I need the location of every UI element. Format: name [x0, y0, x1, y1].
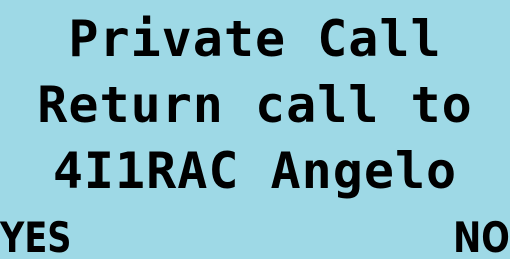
radio-display-screen: Private Call Return call to 4I1RAC Angel… [0, 0, 510, 259]
caller-id: 4I1RAC Angelo [52, 142, 458, 200]
yes-softkey[interactable]: YES [0, 217, 71, 259]
no-softkey[interactable]: NO [453, 217, 510, 259]
call-type-title: Private Call [68, 10, 442, 68]
return-call-prompt: Return call to [37, 76, 473, 134]
